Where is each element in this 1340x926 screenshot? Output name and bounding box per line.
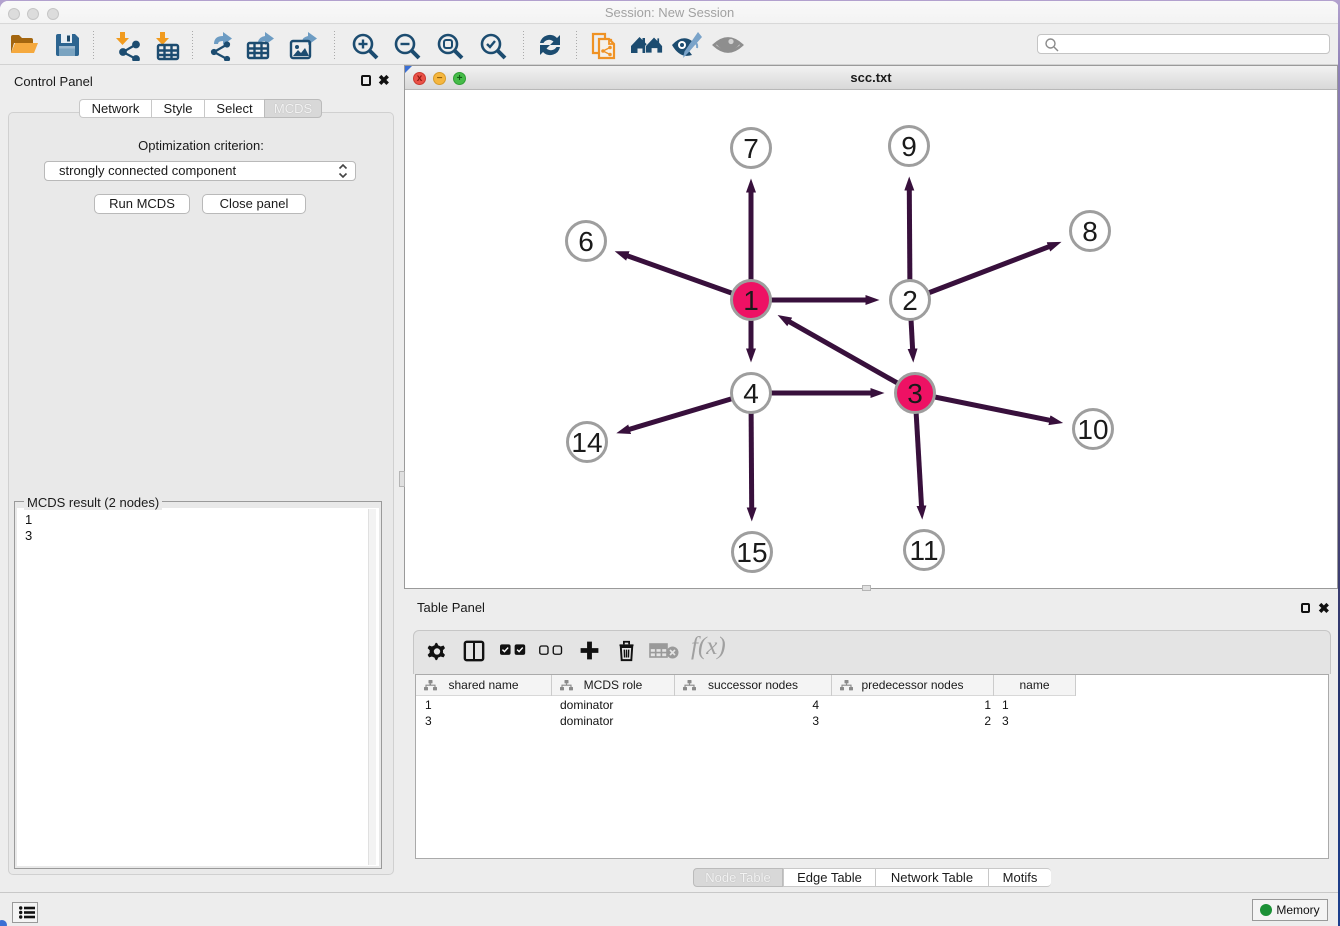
- svg-text:3: 3: [907, 378, 923, 409]
- svg-text:6: 6: [578, 226, 594, 257]
- svg-text:11: 11: [909, 535, 938, 566]
- svg-text:9: 9: [901, 131, 917, 162]
- svg-text:2: 2: [902, 285, 918, 316]
- svg-text:14: 14: [571, 427, 602, 458]
- svg-text:1: 1: [743, 285, 759, 316]
- svg-text:7: 7: [743, 133, 759, 164]
- svg-text:15: 15: [736, 537, 767, 568]
- svg-text:8: 8: [1082, 216, 1098, 247]
- svg-text:4: 4: [743, 378, 759, 409]
- svg-text:10: 10: [1077, 414, 1108, 445]
